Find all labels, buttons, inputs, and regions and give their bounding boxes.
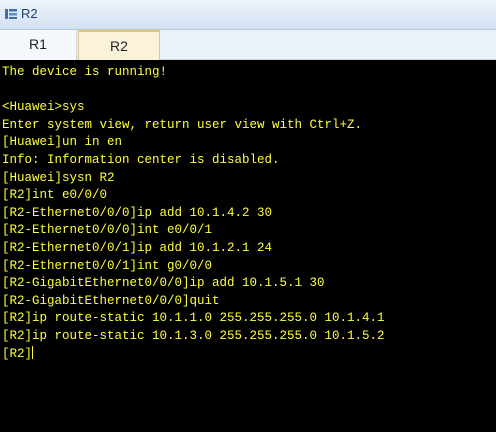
title-bar: R2 — [0, 0, 496, 30]
terminal-line: [R2-Ethernet0/0/1]int g0/0/0 — [2, 258, 213, 273]
terminal-prompt-line[interactable]: [R2] — [2, 345, 496, 364]
terminal-line: [R2]ip route-static 10.1.3.0 255.255.255… — [2, 328, 385, 343]
terminal-console[interactable]: The device is running! <Huawei>sys Enter… — [0, 60, 496, 432]
terminal-line: [R2]ip route-static 10.1.1.0 255.255.255… — [2, 311, 385, 326]
window-title: R2 — [21, 6, 38, 21]
terminal-line: [R2-GigabitEthernet0/0/0]ip add 10.1.5.1… — [2, 276, 325, 291]
terminal-line: The device is running! — [2, 65, 168, 79]
tab-r2[interactable]: R2 — [78, 30, 160, 60]
terminal-line: [R2]int e0/0/0 — [2, 188, 108, 203]
terminal-line: [Huawei]un in en — [2, 135, 123, 150]
terminal-prompt: [R2] — [2, 346, 33, 361]
terminal-line: Info: Information center is disabled. — [2, 152, 280, 167]
text-cursor — [32, 345, 34, 359]
terminal-line: <Huawei>sys — [2, 100, 85, 115]
terminal-line: [R2-Ethernet0/0/0]int e0/0/1 — [2, 223, 213, 238]
tab-strip: R1 R2 — [0, 30, 496, 60]
terminal-window: R2 R1 R2 The device is running! <Huawei>… — [0, 0, 496, 432]
terminal-line: [R2-GigabitEthernet0/0/0]quit — [2, 293, 220, 308]
network-device-icon — [5, 9, 17, 19]
terminal-line: Enter system view, return user view with… — [2, 117, 363, 132]
tab-r1[interactable]: R1 — [0, 30, 77, 60]
terminal-line: [Huawei]sysn R2 — [2, 170, 115, 185]
terminal-line: [R2-Ethernet0/0/0]ip add 10.1.4.2 30 — [2, 205, 273, 220]
terminal-line: [R2-Ethernet0/0/1]ip add 10.1.2.1 24 — [2, 240, 273, 255]
